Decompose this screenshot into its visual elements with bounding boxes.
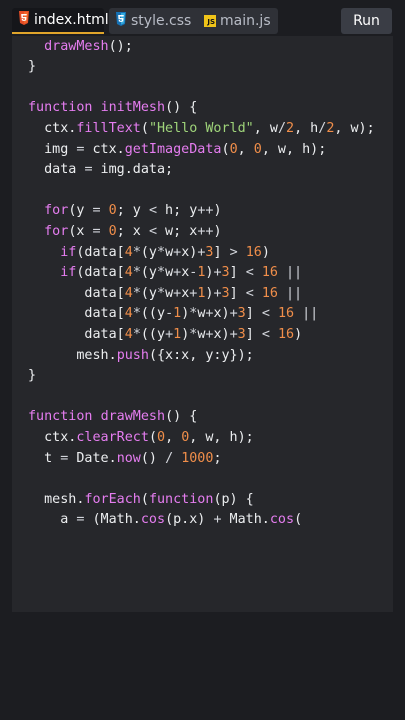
tab-main-js[interactable]: JS main.js bbox=[198, 8, 278, 34]
code-line[interactable]: ctx.clearRect(0, 0, w, h); bbox=[28, 427, 254, 448]
code-line[interactable]: t = Date.now() / 1000; bbox=[28, 448, 221, 469]
code-line[interactable]: if(data[4*(y*w+x)+3] > 16) bbox=[28, 242, 270, 263]
code-line[interactable]: data[4*((y-1)*w+x)+3] < 16 || bbox=[28, 303, 318, 324]
tab-index-html[interactable]: index.html bbox=[12, 8, 109, 34]
js-icon: JS bbox=[204, 15, 216, 27]
code-line[interactable]: } bbox=[28, 365, 36, 386]
bottom-area bbox=[0, 612, 405, 720]
tab-label: style.css bbox=[131, 13, 192, 29]
code-line[interactable]: } bbox=[28, 56, 36, 77]
code-line[interactable]: img = ctx.getImageData(0, 0, w, h); bbox=[28, 139, 326, 160]
code-line[interactable]: for(y = 0; y < h; y++) bbox=[28, 200, 221, 221]
code-line[interactable]: data = img.data; bbox=[28, 159, 173, 180]
code-line[interactable]: function drawMesh() { bbox=[28, 406, 197, 427]
code-line[interactable]: drawMesh(); bbox=[28, 36, 133, 57]
run-button[interactable]: Run bbox=[341, 8, 392, 34]
code-line[interactable]: if(data[4*(y*w+x-1)+3] < 16 || bbox=[28, 262, 302, 283]
html5-icon bbox=[18, 11, 30, 29]
code-line[interactable]: function initMesh() { bbox=[28, 97, 197, 118]
code-line[interactable]: mesh.forEach(function(p) { bbox=[28, 489, 254, 510]
code-line[interactable]: data[4*(y*w+x+1)+3] < 16 || bbox=[28, 283, 302, 304]
css3-icon bbox=[115, 12, 127, 30]
editor-tab-bar: index.html style.css JS main.js Run bbox=[12, 8, 392, 36]
code-line[interactable]: for(x = 0; x < w; x++) bbox=[28, 221, 221, 242]
code-line[interactable]: data[4*((y+1)*w+x)+3] < 16) bbox=[28, 324, 302, 345]
code-line[interactable]: ctx.fillText("Hello World", w/2, h/2, w)… bbox=[28, 118, 375, 139]
code-line[interactable]: mesh.push({x:x, y:y}); bbox=[28, 345, 253, 366]
code-line[interactable]: a = (Math.cos(p.x) + Math.cos( bbox=[28, 509, 302, 530]
tab-style-css[interactable]: style.css bbox=[109, 8, 204, 34]
code-editor[interactable]: drawMesh();} function initMesh() { ctx.fi… bbox=[12, 36, 393, 612]
tab-label: main.js bbox=[220, 13, 271, 29]
tab-label: index.html bbox=[34, 12, 109, 28]
